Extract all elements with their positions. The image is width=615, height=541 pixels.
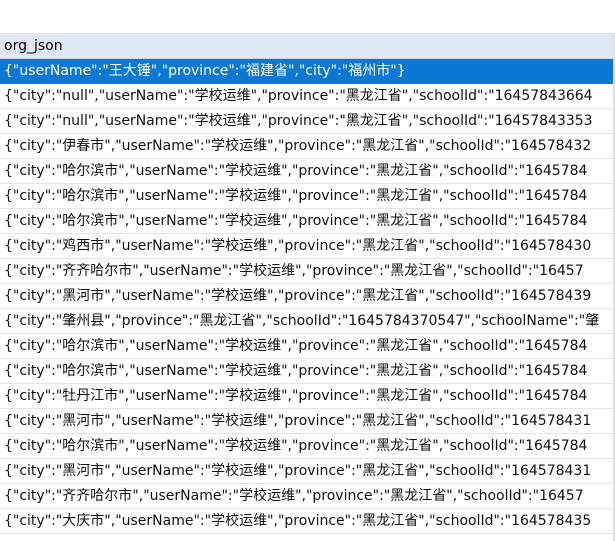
- cell-org-json[interactable]: {"city":"null","userName":"学校运维","provin…: [4, 88, 593, 104]
- table-row[interactable]: {"city":"null","userName":"学校运维","provin…: [0, 84, 615, 109]
- cell-org-json[interactable]: {"city":"鸡西市","userName":"学校运维","provinc…: [4, 238, 591, 254]
- cell-org-json[interactable]: {"city":"齐齐哈尔市","userName":"学校运维","provi…: [4, 263, 584, 279]
- result-grid[interactable]: org_json {"userName":"王大锤","province":"福…: [0, 0, 615, 541]
- cell-org-json[interactable]: {"city":"肇州县","province":"黑龙江省","schoolI…: [4, 313, 599, 329]
- table-row[interactable]: {"city":"鸡西市","userName":"学校运维","provinc…: [0, 234, 615, 259]
- table-row[interactable]: {"city":"齐齐哈尔市","userName":"学校运维","provi…: [0, 259, 615, 284]
- table-row[interactable]: {"city":"哈尔滨市","userName":"学校运维","provin…: [0, 359, 615, 384]
- cell-org-json[interactable]: {"city":"伊春市","userName":"学校运维","provinc…: [4, 138, 591, 154]
- table-row[interactable]: {"city":"哈尔滨市","userName":"学校运维","provin…: [0, 159, 615, 184]
- table-row[interactable]: {"city":"哈尔滨市","userName":"学校运维","provin…: [0, 184, 615, 209]
- cell-org-json[interactable]: {"city":"哈尔滨市","userName":"学校运维","provin…: [4, 438, 587, 454]
- cell-org-json[interactable]: {"city":"哈尔滨市","userName":"学校运维","provin…: [4, 163, 587, 179]
- column-header-label: org_json: [4, 38, 63, 54]
- table-row[interactable]: {"city":"黑河市","userName":"学校运维","provinc…: [0, 459, 615, 484]
- cell-org-json[interactable]: {"city":"黑河市","userName":"学校运维","provinc…: [4, 463, 591, 479]
- table-row[interactable]: {"city":"牡丹江市","userName":"学校运维","provin…: [0, 384, 615, 409]
- result-rows[interactable]: {"userName":"王大锤","province":"福建省","city…: [0, 59, 615, 534]
- table-row[interactable]: {"city":"黑河市","userName":"学校运维","provinc…: [0, 409, 615, 434]
- cell-org-json[interactable]: {"userName":"王大锤","province":"福建省","city…: [4, 63, 406, 79]
- cell-org-json[interactable]: {"city":"牡丹江市","userName":"学校运维","provin…: [4, 388, 587, 404]
- cell-org-json[interactable]: {"city":"哈尔滨市","userName":"学校运维","provin…: [4, 213, 587, 229]
- table-row[interactable]: {"city":"大庆市","userName":"学校运维","provinc…: [0, 509, 615, 534]
- cell-org-json[interactable]: {"city":"齐齐哈尔市","userName":"学校运维","provi…: [4, 488, 584, 504]
- table-row[interactable]: {"city":"黑河市","userName":"学校运维","provinc…: [0, 284, 615, 309]
- cell-org-json[interactable]: {"city":"哈尔滨市","userName":"学校运维","provin…: [4, 363, 587, 379]
- toolbar-area: [0, 0, 615, 34]
- table-row[interactable]: {"city":"null","userName":"学校运维","provin…: [0, 109, 615, 134]
- column-header-org-json[interactable]: org_json: [0, 34, 615, 59]
- table-row[interactable]: {"city":"伊春市","userName":"学校运维","provinc…: [0, 134, 615, 159]
- cell-org-json[interactable]: {"city":"大庆市","userName":"学校运维","provinc…: [4, 513, 591, 529]
- table-row[interactable]: {"city":"哈尔滨市","userName":"学校运维","provin…: [0, 209, 615, 234]
- table-row[interactable]: {"userName":"王大锤","province":"福建省","city…: [0, 59, 615, 84]
- cell-org-json[interactable]: {"city":"黑河市","userName":"学校运维","provinc…: [4, 413, 591, 429]
- cell-org-json[interactable]: {"city":"哈尔滨市","userName":"学校运维","provin…: [4, 338, 587, 354]
- cell-org-json[interactable]: {"city":"null","userName":"学校运维","provin…: [4, 113, 593, 129]
- table-row[interactable]: {"city":"齐齐哈尔市","userName":"学校运维","provi…: [0, 484, 615, 509]
- table-row[interactable]: {"city":"肇州县","province":"黑龙江省","schoolI…: [0, 309, 615, 334]
- cell-org-json[interactable]: {"city":"黑河市","userName":"学校运维","provinc…: [4, 288, 591, 304]
- table-row[interactable]: {"city":"哈尔滨市","userName":"学校运维","provin…: [0, 334, 615, 359]
- table-row[interactable]: {"city":"哈尔滨市","userName":"学校运维","provin…: [0, 434, 615, 459]
- cell-org-json[interactable]: {"city":"哈尔滨市","userName":"学校运维","provin…: [4, 188, 587, 204]
